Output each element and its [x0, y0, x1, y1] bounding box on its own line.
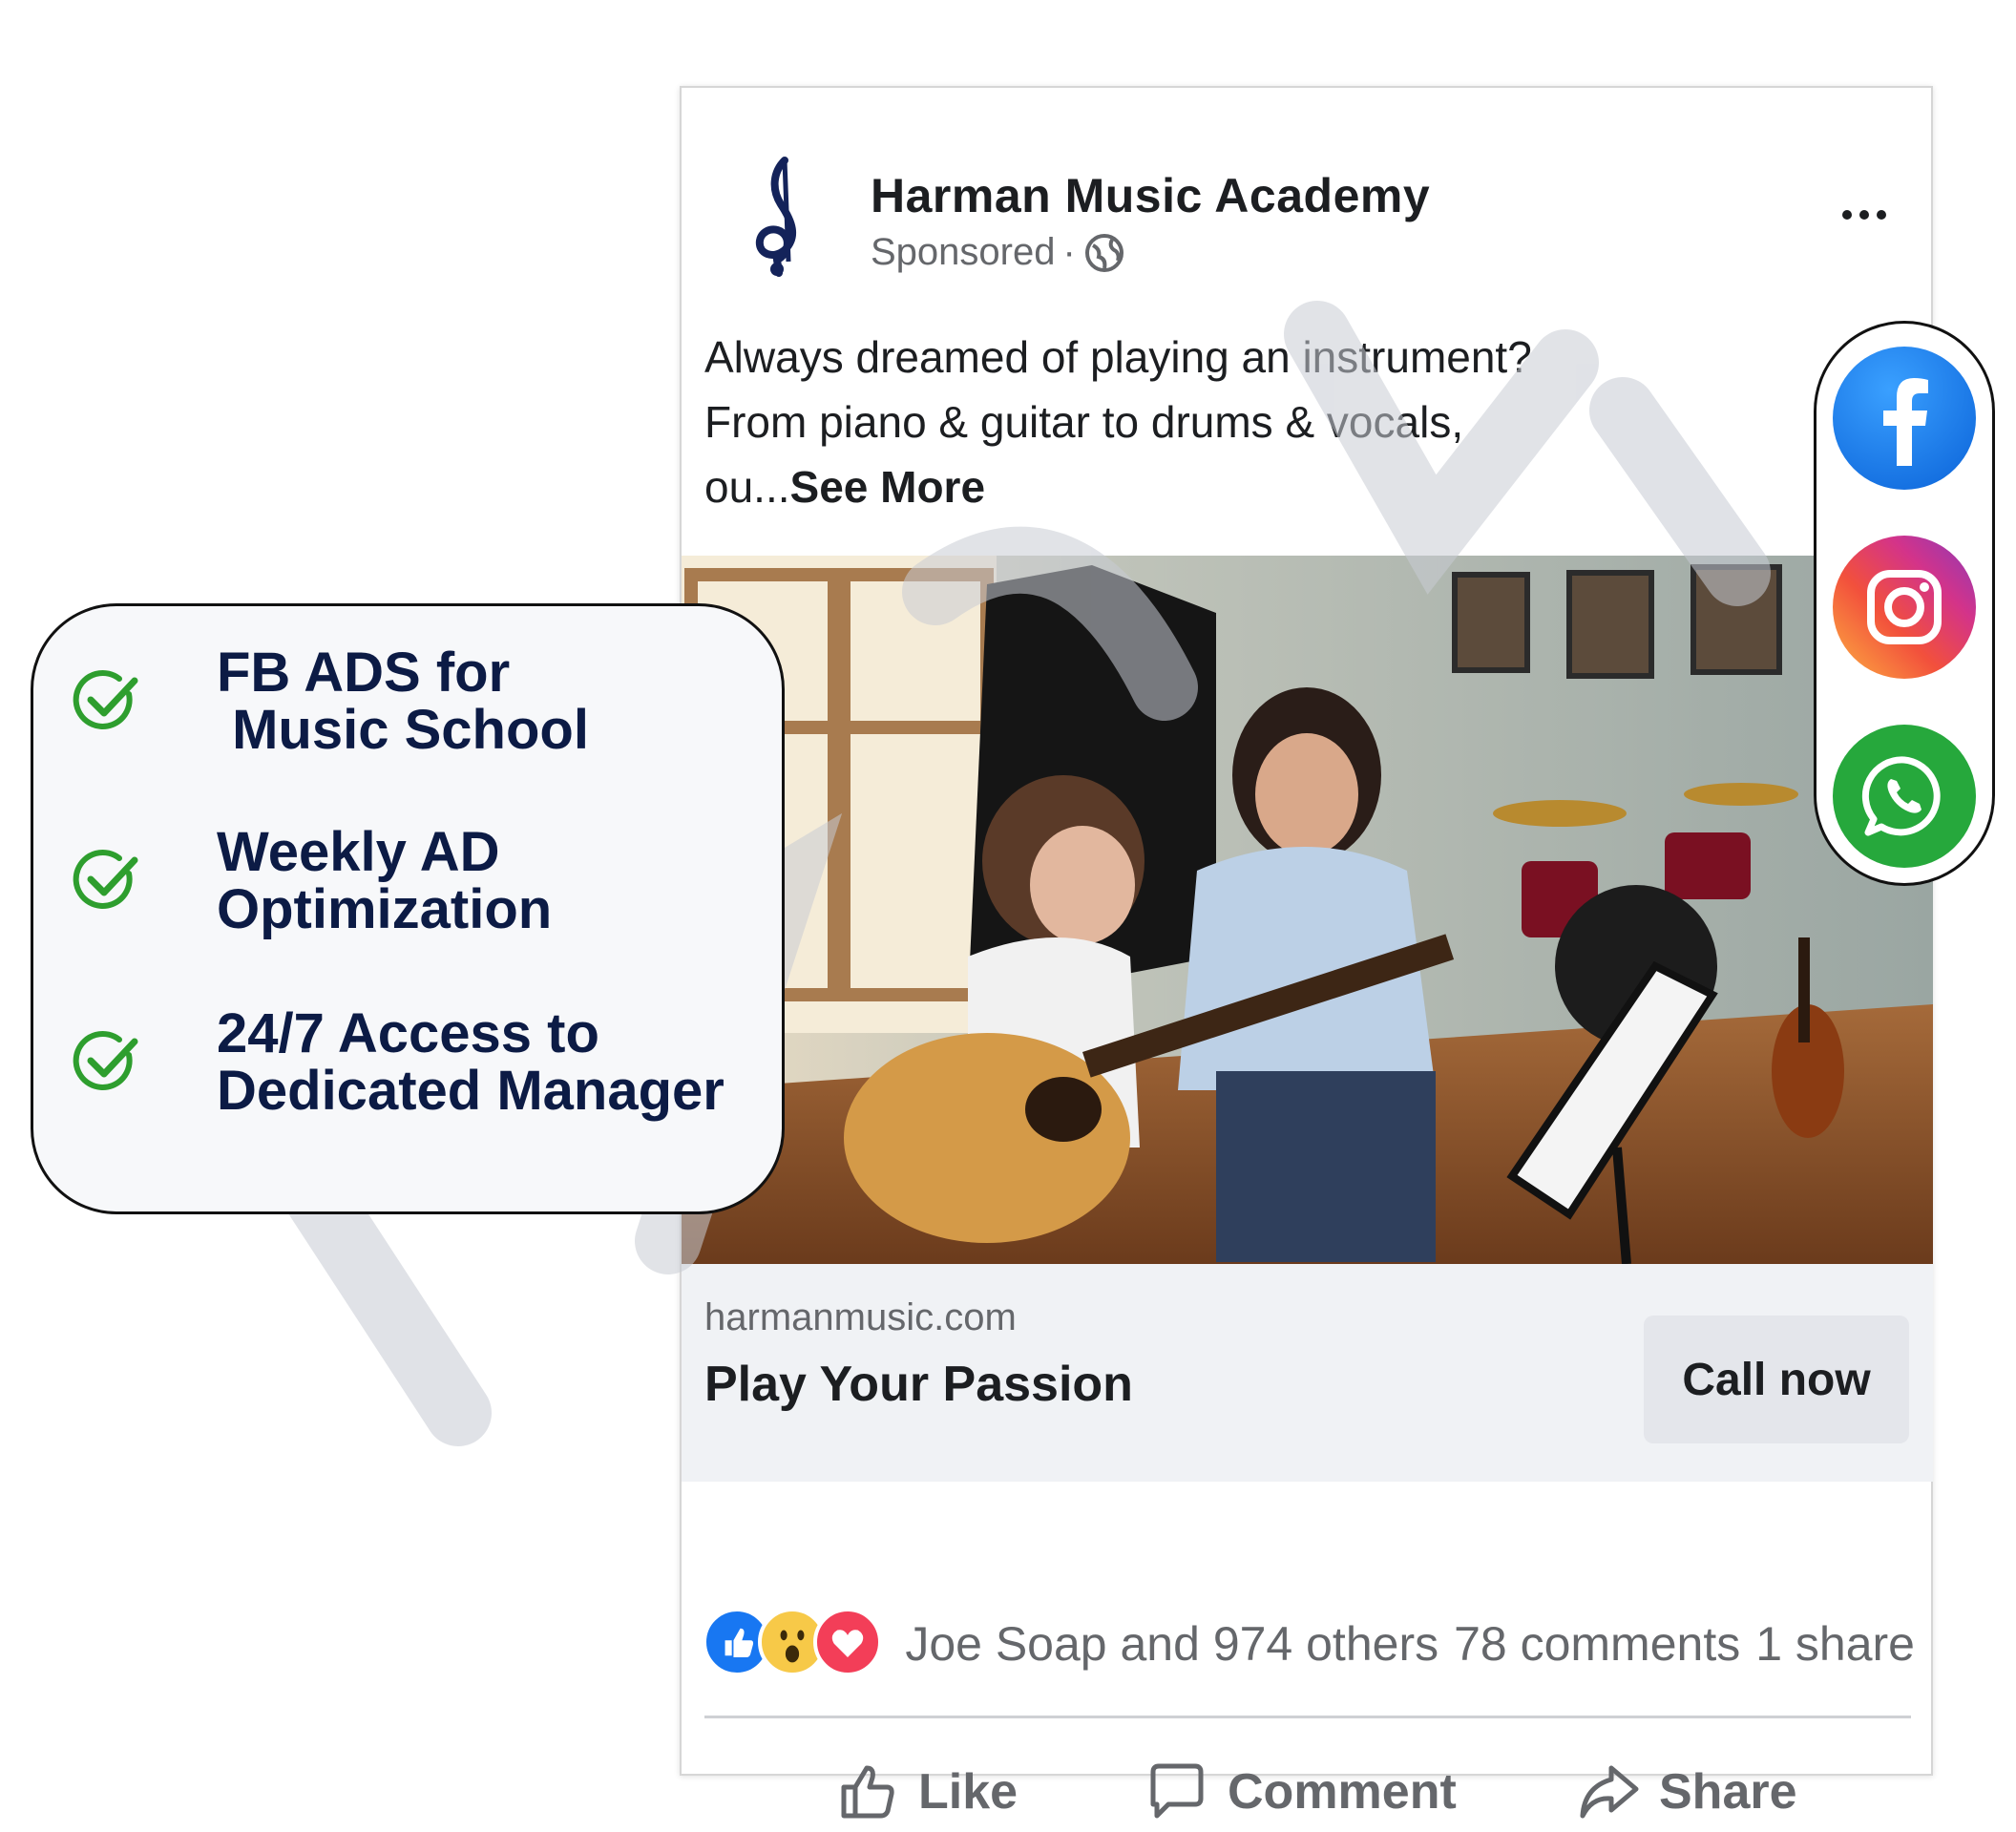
more-options-icon[interactable] [1836, 200, 1893, 229]
sponsored-label: Sponsored [871, 231, 1056, 273]
treble-clef-logo-icon[interactable] [739, 155, 825, 279]
link-domain: harmanmusic.com [704, 1296, 1017, 1338]
post-actions: Like Comment Share [682, 1739, 1933, 1832]
comment-icon [1150, 1763, 1204, 1819]
features-panel: FB ADS for Music School Weekly AD Optimi… [31, 603, 785, 1214]
share-arrow-icon [1580, 1765, 1639, 1819]
share-button[interactable]: Share [1575, 1739, 1797, 1832]
social-icons-pill [1814, 321, 1995, 886]
feature-text: FB ADS for Music School [217, 642, 589, 761]
check-icon [73, 1031, 138, 1090]
sponsored-row: Sponsored · [871, 231, 1125, 274]
reactions-summary[interactable]: Joe Soap and 974 others 78 comments 1 sh… [703, 1606, 1915, 1682]
like-button[interactable]: Like [834, 1739, 1018, 1832]
feature-item: 24/7 Access to Dedicated Manager [72, 1005, 724, 1120]
feature-text: 24/7 Access to Dedicated Manager [217, 1002, 724, 1122]
facebook-f-glyph [1883, 378, 1928, 466]
page-name[interactable]: Harman Music Academy [871, 168, 1430, 223]
feature-item: FB ADS for Music School [72, 644, 589, 759]
instagram-camera-glyph [1867, 570, 1942, 644]
thumbs-up-icon [841, 1765, 894, 1819]
reaction-icons [703, 1608, 882, 1680]
comments-count[interactable]: 78 comments [1454, 1616, 1740, 1672]
post-text: Always dreamed of playing an instrument?… [704, 325, 1850, 519]
music-lesson-photo [682, 556, 1933, 1264]
like-label: Like [918, 1764, 1018, 1820]
feature-item: Weekly AD Optimization [72, 824, 552, 938]
comment-button[interactable]: Comment [1144, 1739, 1457, 1832]
share-label: Share [1659, 1764, 1797, 1820]
whatsapp-phone-glyph [1861, 756, 1941, 836]
whatsapp-icon[interactable] [1833, 725, 1976, 868]
check-icon [73, 670, 138, 729]
separator-dot: · [1062, 231, 1076, 273]
facebook-icon[interactable] [1833, 347, 1976, 490]
check-icon [73, 850, 138, 909]
reactions-count[interactable]: Joe Soap and 974 others [905, 1616, 1438, 1672]
instagram-icon[interactable] [1833, 536, 1976, 679]
call-now-button[interactable]: Call now [1644, 1316, 1909, 1443]
love-reaction-icon [813, 1608, 882, 1676]
comment-label: Comment [1228, 1764, 1457, 1820]
shares-count[interactable]: 1 share [1755, 1616, 1915, 1672]
see-more-link[interactable]: See More [790, 462, 986, 512]
ad-image-music-lesson[interactable] [682, 556, 1933, 1264]
globe-icon [1084, 233, 1124, 272]
post-header: Harman Music Academy Sponsored · [682, 88, 1931, 307]
facebook-ad-post: Harman Music Academy Sponsored · Always … [680, 86, 1933, 1820]
feature-text: Weekly AD Optimization [217, 821, 553, 940]
divider [704, 1716, 1911, 1718]
link-headline[interactable]: Play Your Passion [704, 1356, 1133, 1413]
